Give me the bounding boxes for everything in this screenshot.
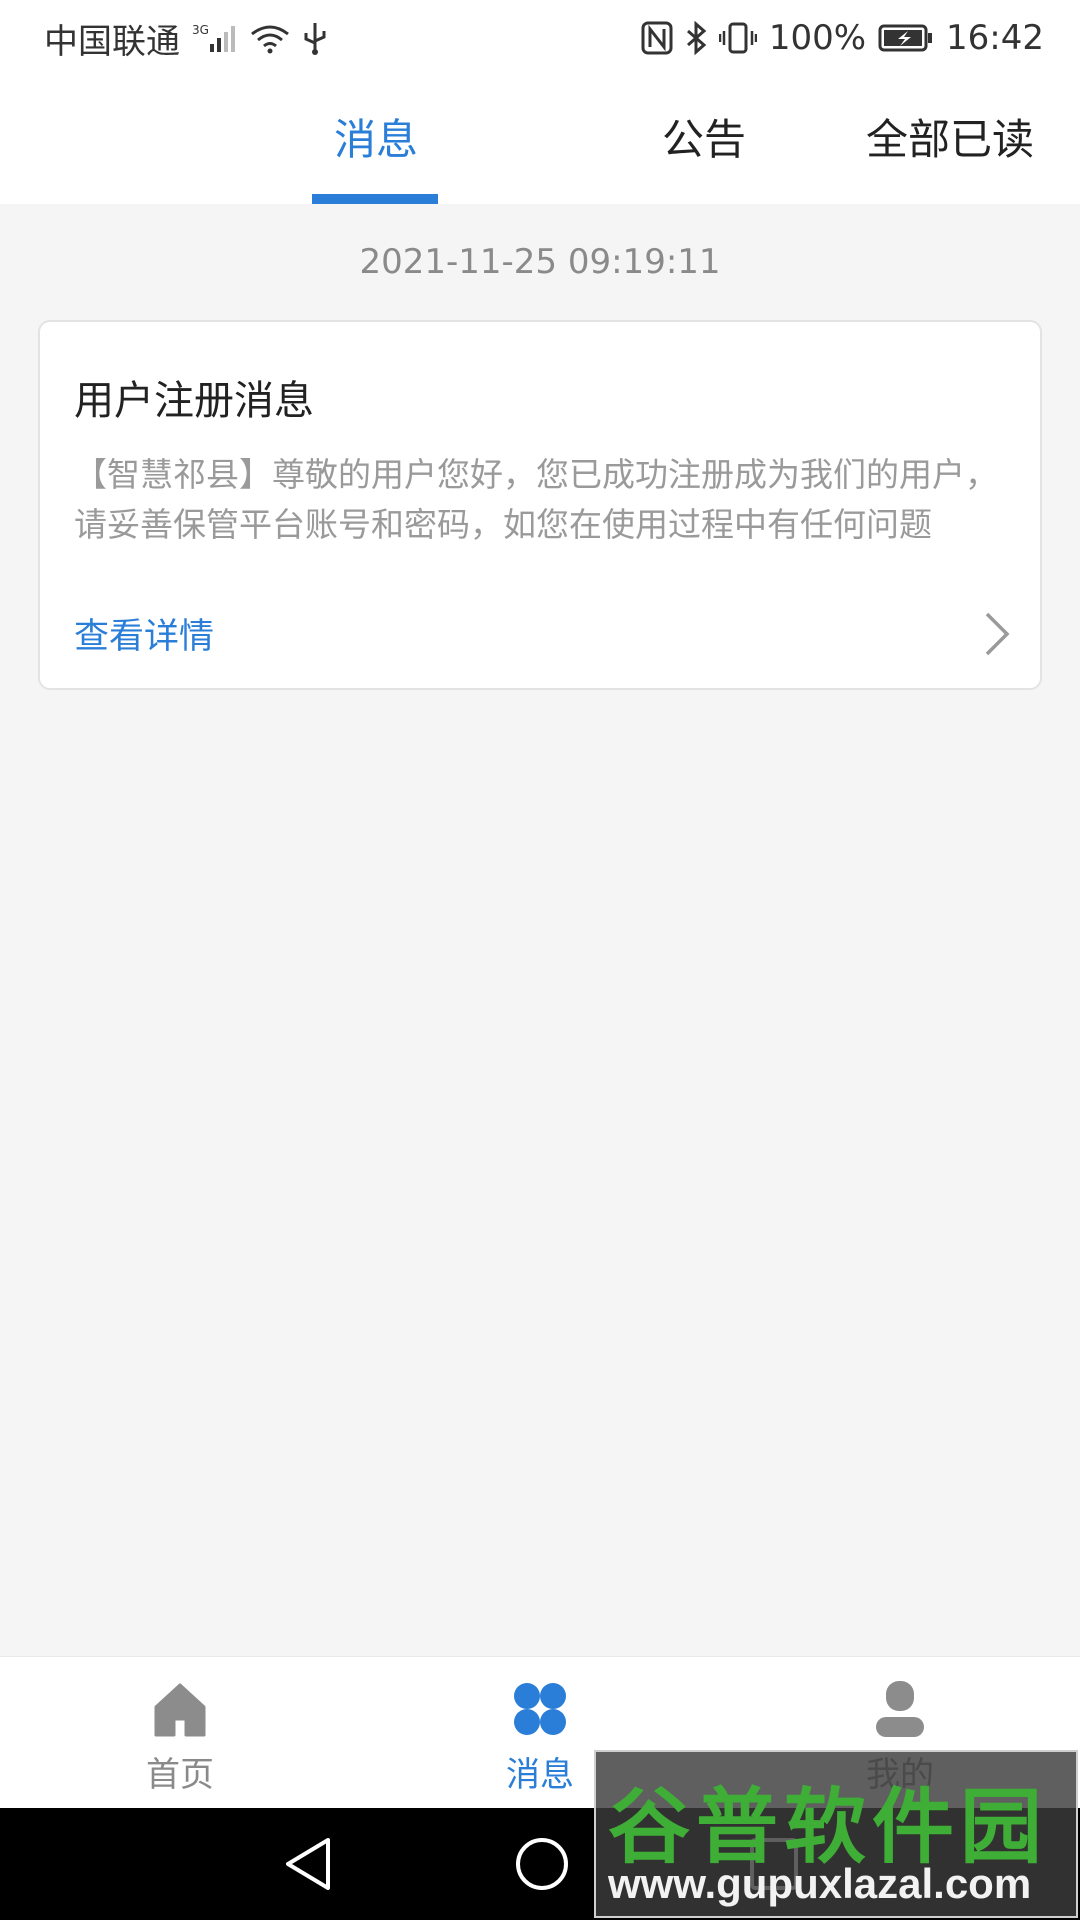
home-icon — [150, 1683, 210, 1743]
message-card[interactable]: 用户注册消息 【智慧祁县】尊敬的用户您好，您已成功注册成为我们的用户，请妥善保管… — [38, 320, 1042, 690]
wifi-icon — [250, 22, 290, 54]
tab-messages[interactable]: 消息 — [334, 106, 418, 167]
nfc-icon — [641, 21, 673, 55]
active-tab-indicator — [312, 194, 438, 204]
nav-label-home: 首页 — [146, 1755, 214, 1795]
clock: 16:42 — [946, 18, 1044, 58]
usb-icon — [302, 21, 328, 55]
user-icon — [870, 1681, 930, 1743]
watermark-url: www.gupuxlazal.com — [608, 1860, 1032, 1907]
status-right: 100% 16:42 — [641, 18, 1044, 58]
nav-item-home[interactable]: 首页 — [80, 1679, 280, 1796]
signal-icon: 3G — [192, 22, 238, 54]
home-circle-icon[interactable] — [514, 1836, 570, 1896]
clover-icon — [510, 1683, 570, 1743]
top-tab-bar: 消息 公告 全部已读 — [0, 76, 1080, 204]
view-details-link[interactable]: 查看详情 — [74, 608, 214, 659]
chevron-right-icon[interactable] — [982, 610, 1012, 662]
status-bar: 中国联通 3G 100% 16:42 — [0, 0, 1080, 76]
svg-text:3G: 3G — [192, 23, 209, 37]
message-title: 用户注册消息 — [74, 378, 314, 424]
watermark-logo: 谷普软件园 www.gupuxlazal.com — [594, 1750, 1078, 1918]
back-triangle-icon[interactable] — [282, 1836, 334, 1896]
tab-notices[interactable]: 公告 — [662, 106, 746, 167]
carrier-label: 中国联通 — [44, 21, 180, 62]
bluetooth-icon — [685, 21, 707, 55]
message-timestamp: 2021-11-25 09:19:11 — [359, 242, 721, 282]
mark-all-read-button[interactable]: 全部已读 — [866, 106, 1034, 167]
vibrate-icon — [718, 21, 757, 55]
status-left: 中国联通 3G — [44, 14, 328, 63]
battery-percent: 100% — [768, 18, 867, 58]
message-body: 【智慧祁县】尊敬的用户您好，您已成功注册成为我们的用户，请妥善保管平台账号和密码… — [74, 455, 998, 544]
battery-charging-icon — [878, 23, 934, 53]
